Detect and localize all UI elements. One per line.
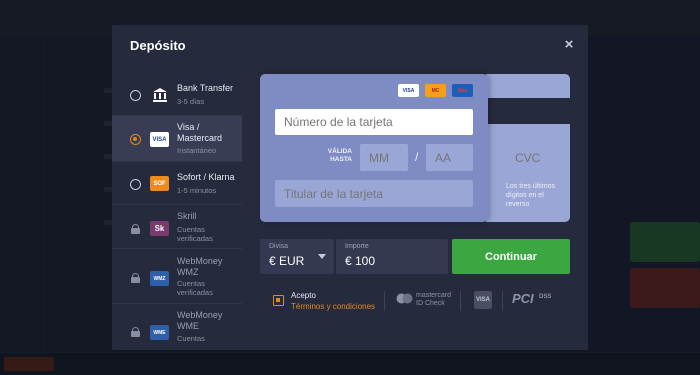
close-icon[interactable]: ×	[561, 37, 577, 53]
valid-thru-line2: HASTA	[330, 156, 352, 163]
modal-title: Depósito	[130, 38, 186, 53]
method-subtitle: Instantáneo	[177, 146, 217, 155]
mastercard-icon: MC	[425, 84, 446, 97]
expiry-separator: /	[415, 150, 419, 164]
payment-methods-list: Bank Transfer 3-5 días VISA Visa / Maste…	[112, 74, 242, 350]
method-name-line1: WebMoney	[177, 310, 223, 320]
terms-link[interactable]: Términos y condiciones	[291, 302, 375, 311]
method-name-line2: WMZ	[177, 267, 199, 277]
webmoney-icon: WME	[150, 325, 169, 340]
webmoney-icon: WMZ	[150, 271, 169, 286]
method-name-line1: Visa /	[177, 122, 200, 132]
accept-terms-checkbox[interactable]	[273, 295, 284, 306]
expiry-year-input[interactable]	[435, 150, 473, 165]
cardholder-field[interactable]	[275, 180, 473, 207]
method-bank-transfer[interactable]: Bank Transfer 3-5 días	[112, 74, 242, 116]
method-webmoney-wmz[interactable]: WMZ WebMoney WMZ Cuentas verificadas	[112, 249, 242, 304]
dss-text: DSS	[539, 294, 552, 300]
method-name: Sofort / Klarna	[177, 172, 235, 182]
lock-icon	[131, 273, 140, 283]
chevron-down-icon	[318, 254, 326, 259]
radio-button[interactable]	[130, 179, 141, 190]
method-subtitle-line2: verificadas	[177, 288, 213, 297]
mastercard-idcheck-text: mastercard ID Check	[416, 292, 451, 308]
visa-icon: VISA	[398, 84, 419, 97]
visa-secure-icon: VISA	[474, 291, 492, 309]
method-subtitle-line1: Cuentas	[177, 279, 205, 288]
maestro-icon: Mae	[452, 84, 473, 97]
amount-label: Importe	[345, 243, 369, 250]
valid-thru-line1: VÁLIDA	[327, 148, 352, 155]
skrill-icon: Sk	[150, 221, 169, 236]
method-name: Skrill	[177, 211, 197, 221]
expiry-month-field[interactable]	[360, 144, 408, 171]
valid-thru-label: VÁLIDA HASTA	[316, 148, 352, 164]
method-subtitle: 1-5 minutos	[177, 186, 217, 195]
radio-button[interactable]	[130, 90, 141, 101]
mastercard-idcheck-icon	[396, 293, 413, 304]
bank-icon	[153, 88, 167, 102]
currency-label: Divisa	[269, 243, 289, 250]
mastercard-text: mastercard	[416, 292, 452, 299]
amount-field[interactable]: Importe € 100	[336, 239, 448, 274]
divider	[460, 291, 461, 311]
method-name-line2: WME	[177, 321, 199, 331]
divider	[384, 291, 385, 311]
expiry-year-field[interactable]	[426, 144, 473, 171]
method-subtitle: 3-5 días	[177, 97, 205, 106]
method-sofort-klarna[interactable]: SOF Sofort / Klarna 1-5 minutos	[112, 162, 242, 205]
cvc-field[interactable]	[506, 144, 556, 172]
method-name-line1: WebMoney	[177, 256, 223, 266]
amount-value[interactable]: € 100	[345, 254, 375, 268]
accept-label: Acepto	[291, 291, 316, 300]
method-name-line2: Mastercard	[177, 133, 223, 143]
card-number-field[interactable]	[275, 109, 473, 135]
cardholder-input[interactable]	[284, 186, 473, 201]
cvc-help-text: Los tres últimos dígitos en el reverso	[506, 183, 556, 208]
lock-icon	[131, 224, 140, 234]
card-number-input[interactable]	[284, 115, 473, 129]
sofort-icon: SOF	[150, 176, 169, 191]
cvc-input[interactable]	[515, 151, 556, 165]
currency-value: € EUR	[269, 254, 305, 268]
continue-button[interactable]: Continuar	[452, 239, 570, 274]
deposit-modal: Depósito × Bank Transfer 3-5 días VISA V…	[112, 25, 588, 350]
expiry-month-input[interactable]	[369, 150, 408, 165]
divider	[502, 291, 503, 311]
method-skrill[interactable]: Sk Skrill Cuentas verificadas	[112, 205, 242, 249]
card-magnetic-stripe	[486, 98, 570, 124]
method-visa-mastercard[interactable]: VISA Visa / Mastercard Instantáneo	[112, 116, 242, 162]
radio-button-selected[interactable]	[130, 134, 141, 145]
method-subtitle-line2: verificadas	[177, 234, 213, 243]
method-webmoney-wme[interactable]: WME WebMoney WME Cuentas	[112, 304, 242, 350]
card-front: VISA MC Mae VÁLIDA HASTA /	[260, 74, 488, 222]
method-subtitle-line1: Cuentas	[177, 225, 205, 234]
currency-select[interactable]: Divisa € EUR	[260, 239, 334, 274]
method-name: Bank Transfer	[177, 83, 234, 93]
pci-dss-icon: PCI	[512, 291, 534, 306]
lock-icon	[131, 327, 140, 337]
method-subtitle: Cuentas	[177, 334, 205, 343]
visa-mastercard-icon: VISA	[150, 132, 169, 147]
idcheck-text: ID Check	[416, 300, 445, 307]
